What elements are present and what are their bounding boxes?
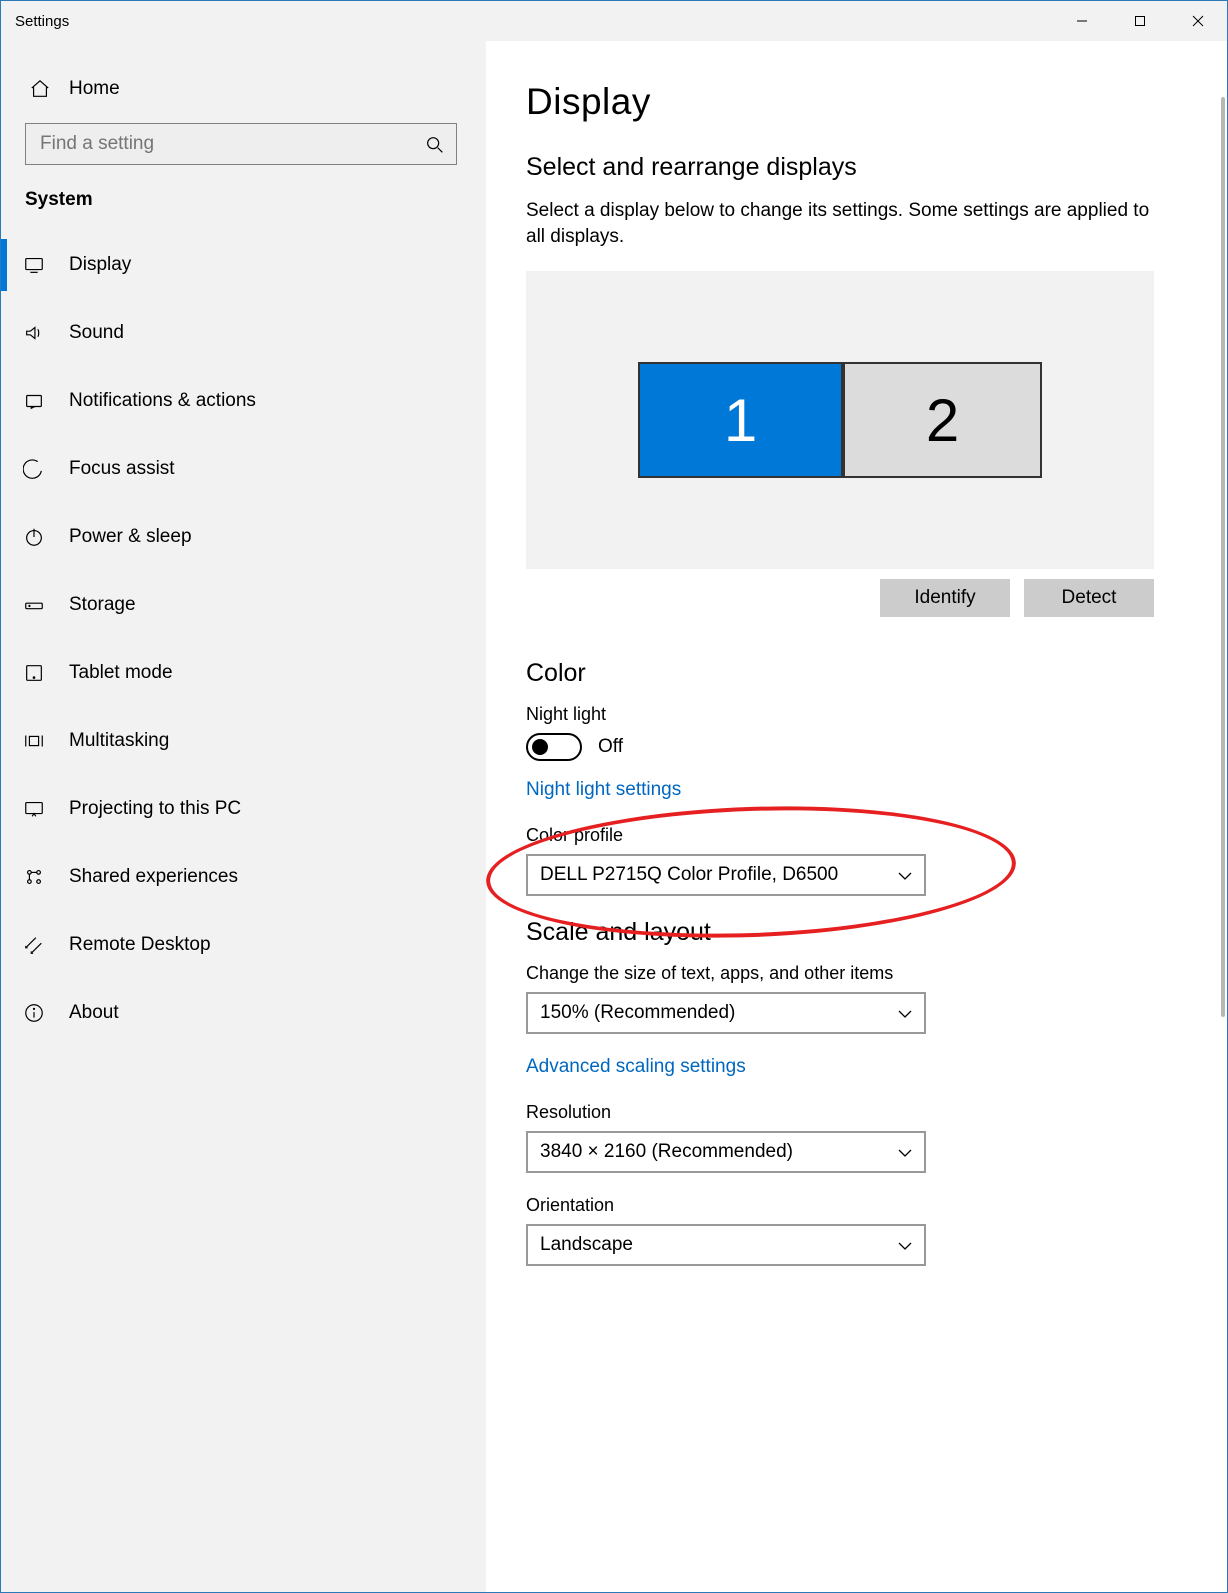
search-input[interactable] [38, 132, 424, 156]
home-icon [25, 78, 55, 100]
power-icon [19, 526, 49, 548]
sidebar-item-tablet[interactable]: Tablet mode [1, 639, 486, 707]
search-input-container[interactable] [25, 123, 457, 165]
focus-icon [19, 458, 49, 480]
orientation-dropdown[interactable]: Landscape [526, 1224, 926, 1266]
sidebar-item-label: Projecting to this PC [69, 798, 241, 820]
advanced-scaling-link[interactable]: Advanced scaling settings [526, 1056, 1179, 1078]
window-controls [1053, 1, 1227, 41]
orientation-label: Orientation [526, 1195, 1179, 1216]
sidebar-item-label: Notifications & actions [69, 390, 256, 412]
window-title: Settings [15, 13, 69, 30]
chevron-down-icon [898, 1144, 912, 1160]
sidebar-item-sound[interactable]: Sound [1, 299, 486, 367]
tablet-icon [19, 662, 49, 684]
sidebar-item-label: Sound [69, 322, 124, 344]
minimize-icon [1076, 15, 1088, 27]
identify-button[interactable]: Identify [880, 579, 1010, 617]
chevron-down-icon [898, 1237, 912, 1253]
sound-icon [19, 322, 49, 344]
notifications-icon [19, 390, 49, 412]
scale-heading: Scale and layout [526, 918, 1179, 947]
maximize-icon [1134, 15, 1146, 27]
sidebar-item-notifications[interactable]: Notifications & actions [1, 367, 486, 435]
titlebar: Settings [1, 1, 1227, 41]
projecting-icon [19, 798, 49, 820]
color-heading: Color [526, 659, 1179, 688]
shared-icon [19, 866, 49, 888]
about-icon [19, 1002, 49, 1024]
color-profile-label: Color profile [526, 825, 1179, 846]
sidebar-item-storage[interactable]: Storage [1, 571, 486, 639]
scale-label: Change the size of text, apps, and other… [526, 963, 1179, 984]
scale-value: 150% (Recommended) [540, 1002, 735, 1024]
night-light-state: Off [598, 736, 623, 758]
display-arrangement-area[interactable]: 1 2 [526, 271, 1154, 569]
sidebar-item-label: Remote Desktop [69, 934, 211, 956]
arrange-heading: Select and rearrange displays [526, 153, 1179, 182]
orientation-value: Landscape [540, 1234, 633, 1256]
display-icon [19, 254, 49, 276]
sidebar-item-label: Shared experiences [69, 866, 238, 888]
chevron-down-icon [898, 1005, 912, 1021]
sidebar-item-label: Tablet mode [69, 662, 173, 684]
sidebar-item-display[interactable]: Display [1, 231, 486, 299]
close-icon [1192, 15, 1204, 27]
sidebar-item-remote[interactable]: Remote Desktop [1, 911, 486, 979]
multitask-icon [19, 730, 49, 752]
night-light-toggle[interactable] [526, 733, 582, 761]
night-light-settings-link[interactable]: Night light settings [526, 779, 1179, 801]
color-profile-dropdown[interactable]: DELL P2715Q Color Profile, D6500 [526, 854, 926, 896]
page-title: Display [526, 81, 1179, 123]
sidebar-home[interactable]: Home [1, 63, 486, 115]
sidebar-item-power[interactable]: Power & sleep [1, 503, 486, 571]
color-profile-value: DELL P2715Q Color Profile, D6500 [540, 864, 838, 886]
sidebar: Home System Display Sound Notifications & … [1, 41, 486, 1592]
arrange-description: Select a display below to change its set… [526, 198, 1166, 249]
sidebar-item-shared[interactable]: Shared experiences [1, 843, 486, 911]
monitor-1[interactable]: 1 [638, 362, 843, 478]
sidebar-item-label: Power & sleep [69, 526, 192, 548]
storage-icon [19, 594, 49, 616]
detect-button[interactable]: Detect [1024, 579, 1154, 617]
scale-dropdown[interactable]: 150% (Recommended) [526, 992, 926, 1034]
sidebar-item-label: About [69, 1002, 119, 1024]
content-pane: Display Select and rearrange displays Se… [486, 41, 1219, 1592]
night-light-label: Night light [526, 704, 1179, 725]
resolution-label: Resolution [526, 1102, 1179, 1123]
toggle-knob [532, 739, 548, 755]
sidebar-item-about[interactable]: About [1, 979, 486, 1047]
sidebar-item-multitask[interactable]: Multitasking [1, 707, 486, 775]
sidebar-home-label: Home [69, 78, 120, 100]
scrollbar[interactable] [1219, 41, 1227, 1592]
sidebar-item-projecting[interactable]: Projecting to this PC [1, 775, 486, 843]
sidebar-item-focus[interactable]: Focus assist [1, 435, 486, 503]
minimize-button[interactable] [1053, 1, 1111, 41]
sidebar-item-label: Multitasking [69, 730, 169, 752]
resolution-value: 3840 × 2160 (Recommended) [540, 1141, 793, 1163]
sidebar-item-label: Display [69, 254, 131, 276]
chevron-down-icon [898, 867, 912, 883]
maximize-button[interactable] [1111, 1, 1169, 41]
monitor-2[interactable]: 2 [843, 362, 1042, 478]
close-button[interactable] [1169, 1, 1227, 41]
sidebar-item-label: Focus assist [69, 458, 175, 480]
sidebar-item-label: Storage [69, 594, 136, 616]
search-icon [424, 134, 444, 154]
sidebar-section-label: System [1, 189, 486, 231]
scrollbar-thumb[interactable] [1221, 97, 1225, 1017]
resolution-dropdown[interactable]: 3840 × 2160 (Recommended) [526, 1131, 926, 1173]
remote-icon [19, 934, 49, 956]
